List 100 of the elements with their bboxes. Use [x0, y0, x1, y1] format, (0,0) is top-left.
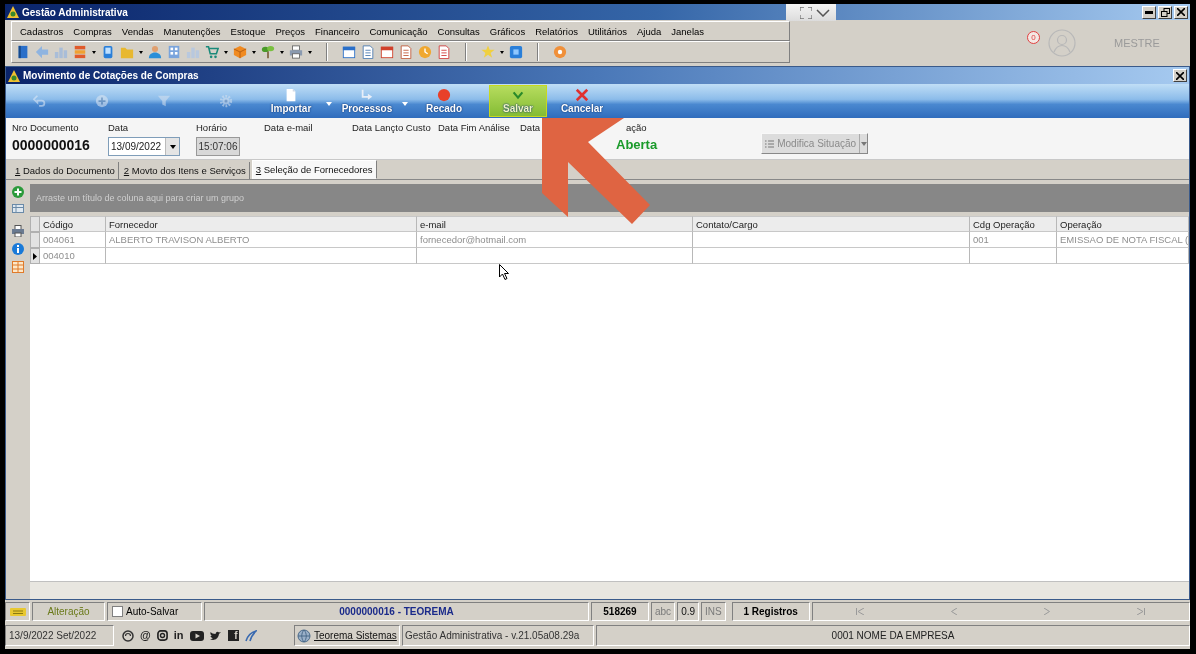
- tile-logo-icon[interactable]: f: [227, 630, 239, 641]
- dropdown-button[interactable]: [165, 138, 179, 155]
- menu-item[interactable]: Estoque: [225, 25, 271, 37]
- horizontal-scrollbar[interactable]: [30, 581, 1190, 599]
- current-row-icon: [33, 252, 37, 260]
- menu-item[interactable]: Relatórios: [530, 25, 583, 37]
- field-label: Data: [108, 122, 130, 134]
- last-record-button[interactable]: [1137, 608, 1146, 615]
- checkbox[interactable]: [112, 606, 123, 617]
- undo-icon: [33, 94, 47, 108]
- restore-icon: [1160, 7, 1170, 17]
- plus-circle-icon[interactable]: [12, 186, 24, 198]
- toolbar-button[interactable]: Processos: [335, 85, 411, 117]
- book-icon[interactable]: [16, 45, 30, 59]
- page-icon: [284, 88, 298, 102]
- info-icon[interactable]: [12, 243, 24, 255]
- close-button[interactable]: [1173, 69, 1187, 82]
- dot-icon: [437, 88, 451, 102]
- stack-icon[interactable]: [73, 45, 87, 59]
- menu-item[interactable]: Manutenções: [158, 25, 226, 37]
- toolbar-button[interactable]: Recado: [419, 85, 469, 117]
- page-icon[interactable]: [399, 45, 413, 59]
- star-icon[interactable]: [481, 45, 495, 59]
- close-button[interactable]: [1174, 5, 1188, 19]
- caret-icon[interactable]: [252, 50, 256, 54]
- expand-icon[interactable]: [800, 6, 812, 19]
- caret-icon[interactable]: [308, 50, 312, 54]
- menu-item[interactable]: Janelas: [666, 25, 710, 37]
- tab[interactable]: 1 Dados do Documento: [12, 162, 119, 179]
- caret-icon: [860, 141, 867, 146]
- toolbar-button[interactable]: Importar: [261, 85, 335, 117]
- menu-item[interactable]: Consultas: [432, 25, 485, 37]
- restore-button[interactable]: [1158, 5, 1172, 19]
- glyph-icon[interactable]: in: [173, 630, 184, 641]
- field-label: ação: [625, 122, 648, 134]
- menu-item[interactable]: Ajuda: [632, 25, 667, 37]
- menu-item[interactable]: Financeiro: [310, 25, 365, 37]
- column-header[interactable]: Contato/Cargo: [693, 216, 970, 232]
- column-header[interactable]: e-mail: [417, 216, 693, 232]
- menu-item[interactable]: Comunicação: [364, 25, 433, 37]
- app-logo-icon: [7, 6, 19, 18]
- column-header[interactable]: Fornecedor: [106, 216, 417, 232]
- field-label: Data: [520, 122, 542, 134]
- play-button-icon[interactable]: [189, 630, 204, 641]
- caret-icon[interactable]: [139, 50, 143, 54]
- cart-icon[interactable]: [205, 45, 219, 59]
- user-name: MESTRE: [1114, 37, 1160, 49]
- camera-icon[interactable]: [156, 630, 168, 641]
- table-icon[interactable]: [12, 261, 24, 273]
- swoosh-icon[interactable]: [244, 629, 257, 642]
- first-record-button[interactable]: [856, 608, 865, 615]
- notification-count[interactable]: 0: [1027, 31, 1040, 44]
- triangle-right-icon: [1044, 608, 1051, 615]
- caret-icon[interactable]: [92, 50, 96, 54]
- phone-icon[interactable]: [101, 45, 115, 59]
- edit-mode-label: Alteração: [32, 602, 105, 621]
- minimize-button[interactable]: [1142, 5, 1156, 19]
- field-label: Data Fim Análise: [438, 122, 511, 134]
- indicator-label: 0.9: [677, 602, 700, 621]
- row-indicator[interactable]: [30, 248, 40, 264]
- square-icon[interactable]: [509, 45, 523, 59]
- arrow-icon: [360, 88, 374, 102]
- menu-item[interactable]: Utilitários: [582, 25, 632, 37]
- keyboard-icon: [9, 607, 26, 616]
- ring-icon[interactable]: [122, 629, 134, 642]
- date-field[interactable]: 13/09/2022: [108, 137, 180, 156]
- calendar-icon[interactable]: [380, 45, 394, 59]
- table-icon[interactable]: [12, 204, 24, 213]
- column-header[interactable]: Cdg Operação: [970, 216, 1057, 232]
- chevron-down-icon[interactable]: [816, 8, 830, 17]
- calendar-icon[interactable]: [342, 45, 356, 59]
- tab[interactable]: 3 Seleção de Fornecedores: [251, 160, 377, 179]
- building-icon[interactable]: [167, 45, 181, 59]
- column-header[interactable]: Operação: [1057, 216, 1190, 232]
- field-label: Horário: [196, 122, 229, 134]
- page-icon[interactable]: [361, 45, 375, 59]
- menu-item[interactable]: Preços: [270, 25, 311, 37]
- tab[interactable]: 2 Movto dos Itens e Serviços: [120, 162, 250, 179]
- time-field[interactable]: 15:07:06: [196, 137, 240, 156]
- caret-icon: [169, 144, 176, 149]
- person-icon[interactable]: [148, 45, 162, 59]
- page-icon[interactable]: [437, 45, 451, 59]
- circle-icon[interactable]: [553, 45, 567, 59]
- caret-icon[interactable]: [224, 50, 228, 54]
- printer-icon[interactable]: [12, 225, 24, 237]
- caret-icon[interactable]: [500, 50, 504, 54]
- menu-item[interactable]: Vendas: [116, 25, 159, 37]
- field-label: Nro Documento: [12, 122, 80, 134]
- menu-item[interactable]: Compras: [68, 25, 117, 37]
- plant-icon[interactable]: [261, 45, 275, 59]
- glyph-icon[interactable]: @: [140, 630, 151, 641]
- bird-icon[interactable]: [209, 630, 222, 641]
- box-icon[interactable]: [233, 45, 247, 59]
- printer-icon[interactable]: [289, 45, 303, 59]
- caret-icon[interactable]: [280, 50, 284, 54]
- menu-item[interactable]: Gráficos: [484, 25, 531, 37]
- toolbar-button[interactable]: Cancelar: [555, 85, 609, 117]
- code-label: 518269: [591, 602, 649, 621]
- field-label: Data e-mail: [264, 122, 314, 134]
- menu-item[interactable]: Cadastros: [15, 25, 69, 37]
